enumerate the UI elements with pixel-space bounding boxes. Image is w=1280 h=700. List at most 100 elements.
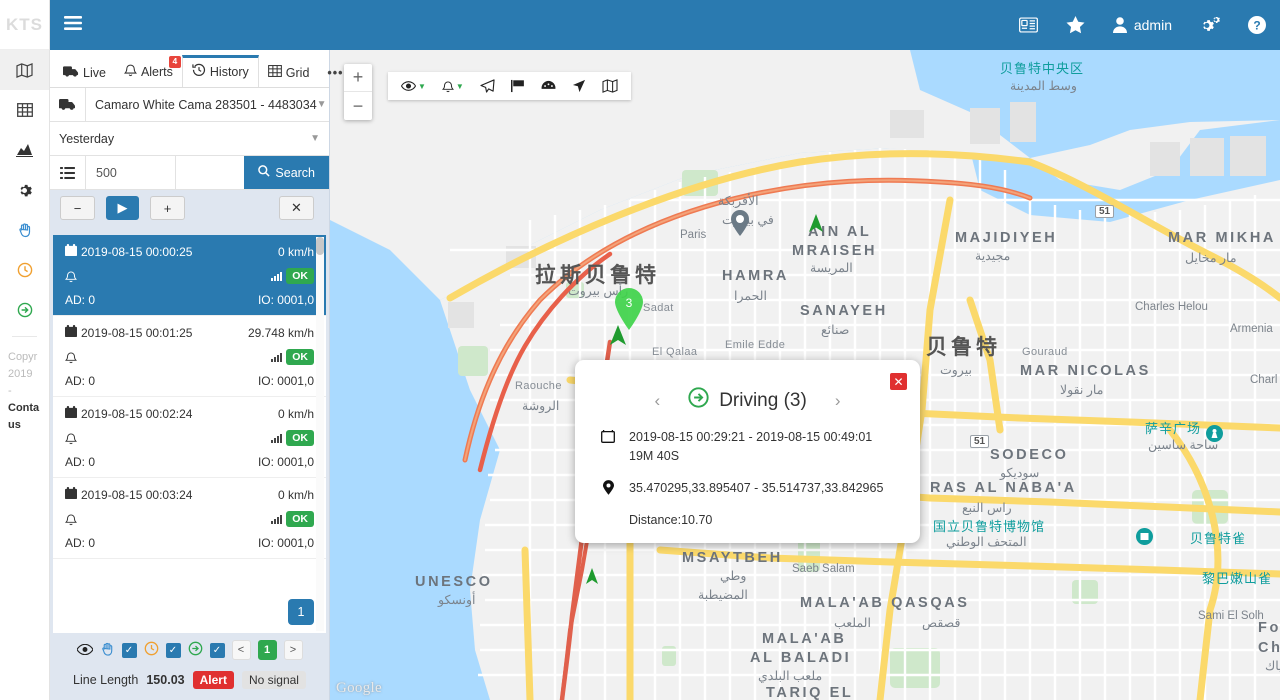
route-end-arrow[interactable] [585, 568, 599, 589]
hand-icon[interactable] [100, 641, 115, 660]
row-io: IO: 0001,0 [257, 536, 314, 550]
speed-down-button[interactable]: − [60, 196, 95, 220]
history-list[interactable]: 2019-08-15 00:00:25 0 km/h OK AD: 0 IO: … [53, 235, 326, 633]
next-trip-button[interactable]: › [821, 391, 855, 411]
table-row[interactable]: 2019-08-15 00:02:24 0 km/h OK AD: 0 IO: … [53, 397, 326, 478]
alert-tag[interactable]: Alert [192, 671, 234, 689]
list-icon[interactable] [50, 156, 86, 189]
tab-more[interactable]: ••• [318, 58, 352, 87]
row-io: IO: 0001,0 [257, 293, 314, 307]
contact-line-2[interactable]: us [8, 419, 21, 431]
gears-icon[interactable] [1186, 0, 1234, 50]
rail-divider [12, 336, 37, 337]
speed-up-button[interactable]: + [150, 196, 185, 220]
row-ad: AD: 0 [65, 293, 96, 307]
calendar-icon [65, 325, 77, 340]
table-icon [267, 65, 282, 80]
info-date-line: 2019-08-15 00:29:21 - 2019-08-15 00:49:0… [601, 428, 892, 466]
contact-line-1[interactable]: Conta [8, 402, 39, 414]
star-icon[interactable] [1052, 0, 1099, 50]
tab-alerts[interactable]: Alerts 4 [115, 55, 182, 87]
list-page-button[interactable]: 1 [288, 599, 314, 625]
zoom-out-button[interactable]: − [344, 92, 372, 120]
tab-grid[interactable]: Grid [259, 57, 319, 87]
info-window-header: ‹ Driving (3) › [575, 360, 920, 422]
scrollbar-thumb[interactable] [316, 237, 324, 255]
info-duration: 19M 40S [629, 449, 680, 463]
status-badge: OK [286, 511, 314, 527]
map-area[interactable]: الأقربكةفي بيروتParisAIN ALMRAISEHالمريس… [330, 50, 1280, 700]
poi-marker-square[interactable] [1206, 425, 1223, 445]
play-button[interactable]: ▶ [106, 196, 139, 220]
app-logo: KTS [0, 0, 49, 50]
navigation-icon[interactable] [565, 79, 593, 93]
period-select[interactable]: Yesterday ▼ [50, 122, 329, 155]
list-scrollbar[interactable] [316, 237, 324, 631]
tab-history-label: History [209, 64, 249, 79]
row-speed: 29.748 km/h [247, 325, 314, 340]
dashboard-icon[interactable] [534, 80, 563, 93]
arrow-circle-icon[interactable] [188, 641, 203, 659]
no-signal-tag[interactable]: No signal [241, 671, 306, 689]
limit-input[interactable]: 500 [86, 156, 176, 189]
bell-icon [65, 432, 77, 445]
row-timestamp: 2019-08-15 00:00:25 [81, 244, 193, 259]
help-icon[interactable]: ? [1234, 0, 1280, 50]
tab-history[interactable]: History [181, 55, 259, 87]
rail-item-chart[interactable] [0, 130, 49, 170]
signal-icon [271, 352, 283, 362]
rail-item-driving[interactable] [0, 290, 49, 330]
poi-marker-university[interactable] [730, 210, 750, 240]
rail-item-stopped[interactable] [0, 210, 49, 250]
close-playback-button[interactable]: ✕ [279, 196, 314, 220]
chevron-down-icon: ▼ [418, 81, 426, 91]
row-speed: 0 km/h [277, 406, 314, 421]
rail-copyright: Copyr 2019 - Conta us [0, 343, 49, 434]
table-row[interactable]: 2019-08-15 00:03:24 0 km/h OK AD: 0 IO: … [53, 478, 326, 559]
clock-checkbox[interactable]: ✓ [165, 642, 181, 658]
rail-item-map[interactable] [0, 50, 49, 90]
bell-icon [65, 270, 77, 283]
truck-icon [50, 88, 86, 121]
line-length-value: 150.03 [146, 673, 185, 687]
poi-marker-museum[interactable] [1136, 528, 1153, 548]
bell-icon[interactable]: ▼ [435, 80, 471, 93]
id-card-icon[interactable] [1005, 0, 1052, 50]
copyright-line-1: Copyr [8, 351, 38, 363]
bell-icon [65, 513, 77, 526]
line-length-label: Line Length [73, 673, 139, 687]
username-label: admin [1133, 17, 1172, 33]
driving-checkbox[interactable]: ✓ [209, 642, 225, 658]
eye-icon[interactable] [75, 643, 94, 658]
distance-spacer [601, 511, 615, 530]
table-row[interactable]: 2019-08-15 00:00:25 0 km/h OK AD: 0 IO: … [53, 235, 326, 316]
search-button[interactable]: Search [244, 156, 330, 189]
eye-icon[interactable]: ▼ [394, 81, 433, 91]
hamburger-icon[interactable] [50, 14, 96, 36]
paper-plane-icon[interactable] [473, 79, 502, 93]
prev-page-button[interactable]: < [231, 640, 251, 660]
table-row[interactable]: 2019-08-15 00:01:25 29.748 km/h OK AD: 0… [53, 316, 326, 397]
row-ad: AD: 0 [65, 536, 96, 550]
rail-item-grid[interactable] [0, 90, 49, 130]
prev-trip-button[interactable]: ‹ [641, 391, 675, 411]
route-mid-arrow[interactable] [808, 214, 824, 237]
close-icon[interactable]: ✕ [890, 373, 907, 390]
map-layers-icon[interactable] [595, 79, 625, 93]
rail-item-idle[interactable] [0, 250, 49, 290]
next-page-button[interactable]: > [283, 640, 303, 660]
hand-checkbox[interactable]: ✓ [121, 642, 137, 658]
vehicle-select[interactable]: Camaro White Cama 283501 - 4483034 ▼ [86, 88, 329, 121]
row-ad: AD: 0 [65, 455, 96, 469]
clock-icon[interactable] [144, 641, 159, 659]
info-window-body: 2019-08-15 00:29:21 - 2019-08-15 00:49:0… [575, 422, 920, 530]
current-page-button[interactable]: 1 [257, 640, 277, 660]
route-start-arrow[interactable] [609, 325, 627, 350]
marker-count-label: 3 [626, 296, 633, 310]
tab-live[interactable]: Live [54, 58, 115, 87]
info-window-title: Driving (3) [719, 389, 807, 411]
flag-icon[interactable] [504, 79, 532, 93]
user-menu[interactable]: admin [1099, 0, 1186, 50]
info-location-line: 35.470295,33.895407 - 35.514737,33.84296… [601, 479, 892, 498]
rail-item-settings[interactable] [0, 170, 49, 210]
